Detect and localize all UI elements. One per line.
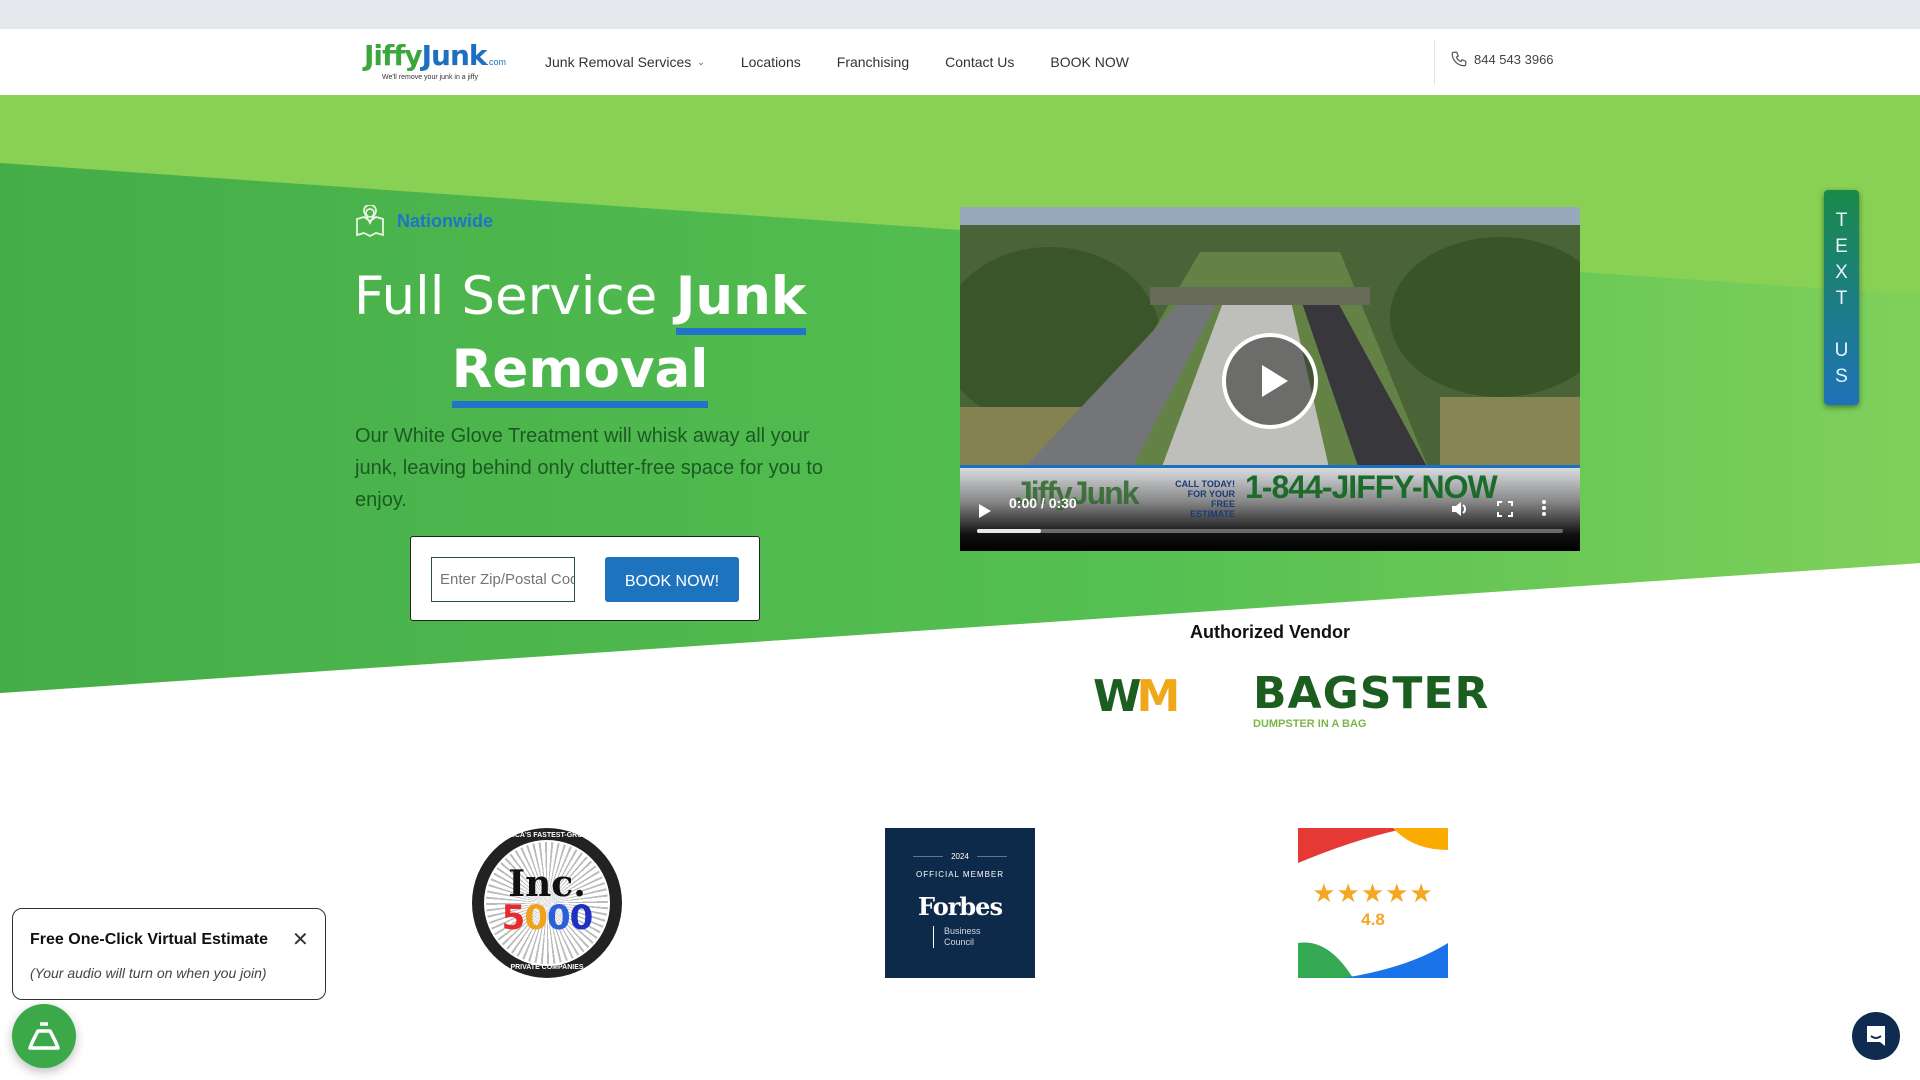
phone-icon (1451, 51, 1467, 67)
bagster-tagline: DUMPSTER IN A BAG (1253, 718, 1367, 730)
fullscreen-icon[interactable] (1497, 501, 1513, 517)
google-rating-badge: ★★★★★ 4.8 (1298, 828, 1448, 978)
hero-description: Our White Glove Treatment will whisk awa… (355, 425, 824, 511)
text-us-letter: U (1834, 340, 1849, 361)
nationwide-badge: Nationwide (355, 205, 493, 237)
browser-top-strip (0, 0, 1920, 29)
hero-headline: Full Service Junk Removal (340, 262, 820, 408)
map-pin-icon (356, 205, 384, 237)
bell-icon (28, 1022, 60, 1050)
zip-input[interactable] (431, 557, 575, 602)
play-icon (1262, 365, 1288, 397)
logo-word-junk: Junk (421, 39, 488, 72)
jiffyjunk-logo[interactable]: JiffyJunk.com We'll remove your junk in … (364, 39, 507, 85)
text-us-letter: T (1835, 288, 1848, 309)
logo-suffix: .com (486, 57, 507, 67)
chat-icon (1867, 1026, 1885, 1046)
wm-logo[interactable]: WM (1093, 671, 1181, 722)
rating-score: 4.8 (1361, 910, 1385, 929)
booking-form: BOOK NOW! (410, 536, 760, 621)
nav-franchising[interactable]: Franchising (837, 54, 909, 70)
inc-top-arc: AMERICA'S FASTEST-GROWING (492, 832, 602, 839)
nav-contact-us[interactable]: Contact Us (945, 54, 1014, 70)
text-us-letter: S (1835, 366, 1848, 387)
text-us-letter: E (1835, 236, 1848, 257)
nav-label: Franchising (836, 54, 910, 70)
bagster-logo[interactable]: BAGSTER (1253, 672, 1489, 716)
chat-widget-button[interactable] (1852, 1012, 1900, 1060)
forbes-council-line: Business (944, 926, 981, 936)
forbes-council-line: Council (944, 937, 975, 947)
text-us-label: TEXT US (1824, 208, 1859, 390)
virtual-estimate-popup[interactable]: Free One-Click Virtual Estimate ✕ (Your … (12, 908, 326, 1000)
inc-digit: 0 (569, 898, 594, 938)
forbes-council: Business Council (933, 926, 981, 948)
phone-link[interactable]: 844 543 3966 (1450, 50, 1554, 68)
inc-digit: 0 (524, 898, 548, 938)
book-now-button[interactable]: BOOK NOW! (605, 557, 739, 602)
concierge-bell-button[interactable] (12, 1004, 76, 1068)
main-nav: Junk Removal Services ⌄ Locations Franchi… (545, 29, 1165, 95)
more-options-icon[interactable] (1541, 499, 1547, 517)
site-header: JiffyJunk.com We'll remove your junk in … (0, 29, 1920, 95)
headline-bold-removal: Removal (451, 339, 709, 408)
star-rating-icons: ★★★★★ (1312, 878, 1434, 908)
phone-number: 844 543 3966 (1474, 51, 1554, 67)
nav-label: BOOK NOW (1050, 54, 1129, 70)
headline-bold-junk: Junk (675, 266, 807, 335)
headline-light: Full Service (353, 266, 658, 327)
control-play-icon[interactable] (978, 503, 992, 519)
video-progress-track[interactable] (977, 529, 1563, 533)
video-buffered-bar (977, 529, 1042, 533)
text-us-letter: X (1835, 262, 1848, 283)
text-us-letter (1824, 312, 1859, 338)
video-play-overlay-button[interactable] (1222, 333, 1318, 429)
inc-5000-badge: AMERICA'S FASTEST-GROWING Inc. 5000 PRIV… (472, 828, 622, 978)
video-time: 0:00 / 0:30 (1009, 495, 1077, 511)
estimate-title: Free One-Click Virtual Estimate (30, 931, 269, 948)
inc-bottom-arc: PRIVATE COMPANIES (510, 964, 584, 971)
video-ad-call-text: CALL TODAY! FOR YOUR FREE ESTIMATE (1175, 479, 1235, 519)
chevron-down-icon: ⌄ (697, 56, 705, 67)
header-divider (1434, 39, 1435, 85)
close-icon[interactable]: ✕ (292, 930, 309, 950)
logo-tagline: We'll remove your junk in a jiffy (382, 74, 479, 81)
forbes-member: OFFICIAL MEMBER (915, 870, 1005, 879)
inc-name: Inc. (508, 863, 586, 905)
estimate-subtitle: (Your audio will turn on when you join) (30, 965, 267, 981)
nav-label: Contact Us (945, 54, 1015, 70)
wm-letter-m: M (1136, 671, 1181, 722)
text-us-tab[interactable]: TEXT US (1824, 190, 1859, 405)
promo-video-player[interactable]: JiffyJunk CALL TODAY! FOR YOUR FREE ESTI… (960, 207, 1580, 551)
inc-number: 5000 (472, 900, 622, 936)
text-us-letter: T (1835, 210, 1848, 231)
nav-locations[interactable]: Locations (741, 54, 801, 70)
nav-label: Locations (740, 54, 801, 70)
logo-word-jiffy: Jiffy (364, 39, 423, 72)
nav-junk-removal-services[interactable]: Junk Removal Services ⌄ (545, 54, 705, 70)
wm-letter-w: W (1093, 671, 1141, 722)
authorized-vendor-title: Authorized Vendor (1189, 622, 1350, 642)
forbes-council-badge: 2024 OFFICIAL MEMBER Forbes Business Coun… (885, 828, 1035, 978)
forbes-name: Forbes (918, 892, 1003, 921)
inc-digit: 5 (501, 898, 526, 938)
inc-digit: 0 (547, 898, 571, 938)
nationwide-label: Nationwide (397, 210, 494, 231)
nav-label: Junk Removal Services (545, 54, 692, 70)
volume-icon[interactable] (1450, 499, 1470, 519)
nav-book-now[interactable]: BOOK NOW (1050, 54, 1129, 70)
forbes-year: 2024 (885, 852, 1035, 861)
